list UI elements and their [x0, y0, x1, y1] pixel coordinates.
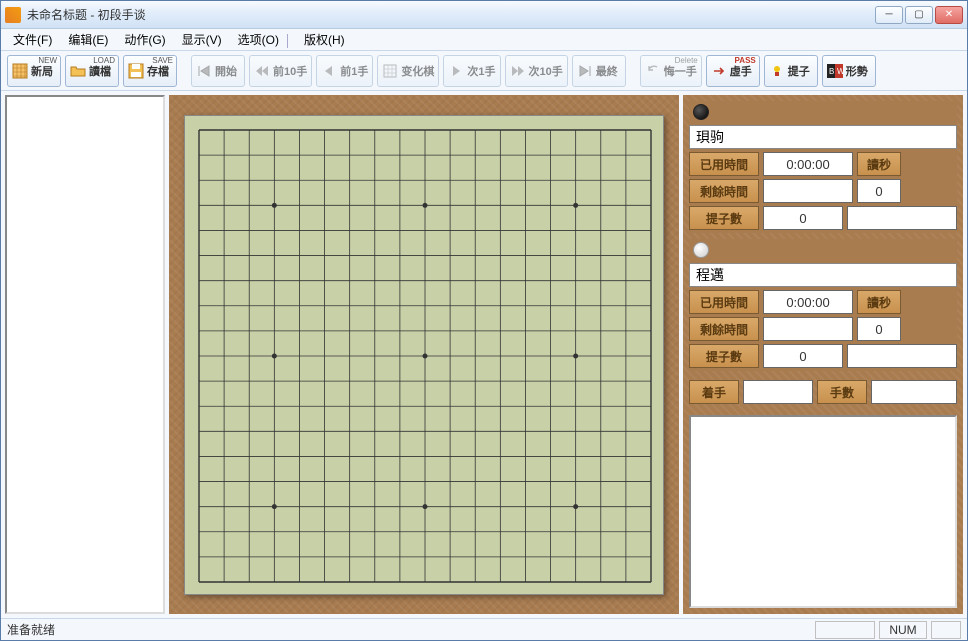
white-captures-label: 提子數 [689, 344, 759, 368]
save-button[interactable]: SAVE 存檔 [123, 55, 177, 87]
status-empty-1 [815, 621, 875, 639]
step-forward-icon [448, 63, 464, 79]
white-stone-icon [693, 242, 709, 258]
pass-icon [711, 63, 727, 79]
black-captures-extra [847, 206, 957, 230]
rewind-icon [254, 63, 270, 79]
menu-options[interactable]: 选项(O) [230, 29, 296, 50]
statusbar: 准备就绪 NUM [1, 618, 967, 640]
variation-icon [382, 63, 398, 79]
hint-button[interactable]: 提子 [764, 55, 818, 87]
app-icon [5, 7, 21, 23]
floppy-disk-icon [128, 63, 144, 79]
black-elapsed-value: 0:00:00 [763, 152, 853, 176]
svg-text:B: B [829, 67, 834, 76]
black-stone-indicator [689, 101, 957, 123]
menubar: 文件(F) 编辑(E) 动作(G) 显示(V) 选项(O) 版权(H) [1, 29, 967, 51]
status-text: 准备就绪 [7, 621, 811, 638]
last-move-value [743, 380, 813, 404]
folder-open-icon [70, 63, 86, 79]
maximize-button[interactable]: ▢ [905, 6, 933, 24]
bw-icon: BW [827, 63, 843, 79]
fwd1-button[interactable]: 次1手 [443, 55, 500, 87]
white-remaining-sec: 0 [857, 317, 901, 341]
situation-button[interactable]: BW 形勢 [822, 55, 876, 87]
black-remaining-value [763, 179, 853, 203]
back10-button[interactable]: 前10手 [249, 55, 312, 87]
window-title: 未命名标题 - 初段手谈 [27, 6, 875, 23]
black-captures-value: 0 [763, 206, 843, 230]
move-count-value [871, 380, 957, 404]
black-remaining-sec: 0 [857, 179, 901, 203]
white-player-name: 程邁 [689, 263, 957, 287]
white-elapsed-label: 已用時間 [689, 290, 759, 314]
menu-file[interactable]: 文件(F) [5, 29, 60, 50]
grid-icon [12, 63, 28, 79]
comment-box[interactable] [689, 415, 957, 608]
black-player-block: 珼驹 已用時間 0:00:00 讀秒 剩餘時間 0 提子數 0 [689, 101, 957, 233]
svg-text:W: W [837, 67, 843, 76]
black-stone-icon [693, 104, 709, 120]
info-panel: 珼驹 已用時間 0:00:00 讀秒 剩餘時間 0 提子數 0 [683, 95, 963, 614]
board-area [169, 95, 679, 614]
menu-display[interactable]: 显示(V) [174, 29, 230, 50]
go-board[interactable] [184, 115, 664, 595]
minimize-button[interactable]: ─ [875, 6, 903, 24]
fwd10-button[interactable]: 次10手 [505, 55, 568, 87]
load-button[interactable]: LOAD 讀檔 [65, 55, 119, 87]
move-count-label: 手數 [817, 380, 867, 404]
menu-edit[interactable]: 编辑(E) [60, 29, 116, 50]
app-window: 未命名标题 - 初段手谈 ─ ▢ ✕ 文件(F) 编辑(E) 动作(G) 显示(… [0, 0, 968, 641]
move-info-row: 着手 手數 [689, 380, 957, 404]
black-elapsed-label: 已用時間 [689, 152, 759, 176]
undo-button[interactable]: Delete 悔一手 [640, 55, 702, 87]
white-captures-extra [847, 344, 957, 368]
fast-forward-icon [510, 63, 526, 79]
white-stone-indicator [689, 239, 957, 261]
variation-button[interactable]: 变化棋 [377, 55, 439, 87]
menu-action[interactable]: 动作(G) [116, 29, 173, 50]
menu-copyright[interactable]: 版权(H) [296, 29, 353, 50]
white-byoyomi-button[interactable]: 讀秒 [857, 290, 901, 314]
content-area: 珼驹 已用時間 0:00:00 讀秒 剩餘時間 0 提子數 0 [1, 91, 967, 618]
new-game-button[interactable]: NEW 新局 [7, 55, 61, 87]
titlebar: 未命名标题 - 初段手谈 ─ ▢ ✕ [1, 1, 967, 29]
back1-button[interactable]: 前1手 [316, 55, 373, 87]
black-captures-label: 提子數 [689, 206, 759, 230]
toolbar: NEW 新局 LOAD 讀檔 SAVE 存檔 開始 前10手 前1手 变化棋 [1, 51, 967, 91]
close-button[interactable]: ✕ [935, 6, 963, 24]
black-byoyomi-button[interactable]: 讀秒 [857, 152, 901, 176]
white-elapsed-value: 0:00:00 [763, 290, 853, 314]
last-move-label: 着手 [689, 380, 739, 404]
skip-end-icon [577, 63, 593, 79]
white-player-block: 程邁 已用時間 0:00:00 讀秒 剩餘時間 0 提子數 0 [689, 239, 957, 371]
window-controls: ─ ▢ ✕ [875, 6, 963, 24]
pass-button[interactable]: PASS 虛手 [706, 55, 760, 87]
status-num: NUM [879, 621, 927, 639]
move-list-panel[interactable] [5, 95, 165, 614]
step-back-icon [321, 63, 337, 79]
white-remaining-label: 剩餘時間 [689, 317, 759, 341]
black-player-name: 珼驹 [689, 125, 957, 149]
undo-icon [645, 63, 661, 79]
to-start-button[interactable]: 開始 [191, 55, 245, 87]
status-empty-2 [931, 621, 961, 639]
white-captures-value: 0 [763, 344, 843, 368]
to-end-button[interactable]: 最終 [572, 55, 626, 87]
lamp-icon [769, 63, 785, 79]
black-remaining-label: 剩餘時間 [689, 179, 759, 203]
white-remaining-value [763, 317, 853, 341]
skip-start-icon [196, 63, 212, 79]
